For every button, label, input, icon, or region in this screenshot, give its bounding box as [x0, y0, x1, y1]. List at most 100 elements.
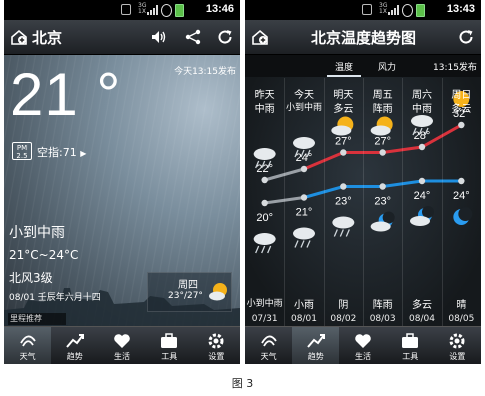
speaker-icon[interactable]: [150, 28, 168, 46]
figure-caption: 图 3: [231, 377, 254, 390]
aqi-value[interactable]: 空指:71 ▶: [37, 144, 86, 160]
share-icon[interactable]: [184, 28, 202, 46]
column-divider: [323, 78, 325, 326]
day-label: 明天: [333, 90, 354, 101]
high-temp-point: [458, 121, 465, 129]
tab-trend[interactable]: 趋势: [292, 327, 340, 364]
day-label: 昨天: [254, 90, 275, 101]
high-temp-point: [261, 176, 268, 184]
day-weather-label: 中雨: [412, 104, 432, 115]
battery-icon: [175, 4, 184, 17]
tab-life[interactable]: 生活: [98, 327, 145, 364]
low-temp-label: 20°: [256, 212, 273, 224]
high-temp-point: [340, 149, 347, 156]
moon-cloud-icon: [410, 206, 434, 226]
column-divider: [402, 78, 404, 326]
weather-tab-icon: [19, 335, 36, 347]
city-name[interactable]: 北京: [32, 27, 62, 48]
day-weather-label: 多云: [451, 104, 472, 115]
left-phone-screen: 3G 1X 13:46 北京 21 ° 今天13:15发布 PM 2.5 空指:71…: [4, 0, 240, 364]
night-weather-label: 小到中雨: [246, 299, 283, 309]
low-temp-label: 24°: [453, 190, 470, 202]
date-label: 07/31: [251, 314, 278, 324]
rain-icon: [253, 233, 276, 254]
weather-condition: 小到中雨: [9, 225, 65, 241]
night-weather-label: 多云: [412, 300, 432, 311]
low-temp-point: [379, 183, 386, 190]
high-temp-point: [300, 165, 308, 173]
high-temp-label: 22°: [256, 163, 273, 175]
rain-icon: [293, 227, 315, 248]
low-temp-point: [340, 183, 347, 190]
low-temp-label: 21°: [296, 207, 313, 219]
add-city-icon[interactable]: [10, 28, 28, 46]
high-temp-point: [379, 149, 386, 156]
recommend-toast[interactable]: 里程推荐: [8, 313, 66, 325]
wind-info: 北风3级: [9, 271, 53, 285]
day-weather-label: 多云: [333, 104, 354, 115]
night-weather-label: 小雨: [294, 300, 314, 311]
pm25-badge: PM 2.5: [12, 142, 32, 160]
day-label: 周六: [412, 90, 432, 101]
low-temp-point: [300, 194, 308, 201]
alarm-icon: [161, 4, 172, 17]
date-label: 08/02: [330, 314, 357, 324]
low-temp-point: [458, 177, 465, 185]
date-label: 08/01: [291, 314, 317, 324]
right-phone-screen: 3G 1X 13:43 北京温度趋势图 温度 风力 13:15发布 22° 20° 2…: [245, 0, 481, 364]
night-weather-label: 阵雨: [372, 300, 393, 311]
tab-tools[interactable]: 工具: [387, 327, 434, 364]
tab-settings[interactable]: 设置: [434, 327, 481, 364]
tab-life[interactable]: 生活: [339, 327, 386, 364]
column-divider: [363, 78, 364, 326]
gear-icon: [449, 333, 465, 349]
rain-icon: [332, 216, 355, 237]
night-weather-label: 晴: [456, 300, 467, 311]
tab-settings[interactable]: 设置: [193, 327, 240, 364]
tab-weather[interactable]: 天气: [4, 327, 52, 364]
next-day-label: 周四: [178, 280, 198, 291]
weather-header: 北京: [4, 20, 240, 55]
tab-weather[interactable]: 天气: [245, 327, 292, 364]
tab-trend[interactable]: 趋势: [51, 327, 98, 364]
low-temp-label: 23°: [374, 196, 391, 208]
sun-cloud-icon: [331, 116, 354, 136]
day-label: 周日: [451, 90, 472, 101]
chevron-right-icon: ▶: [80, 149, 87, 158]
heart-icon: [114, 334, 130, 348]
date-label: 08/05: [448, 314, 475, 324]
partly-cloudy-icon: [209, 283, 227, 301]
column-divider: [284, 78, 286, 326]
toolbox-icon: [402, 333, 419, 348]
date-label: 08/04: [409, 314, 435, 324]
low-temp-point: [261, 199, 268, 207]
publish-time: 今天13:15发布: [174, 67, 236, 77]
moon-icon: [453, 207, 473, 225]
high-temp-label: 27°: [335, 136, 352, 148]
high-temp-label: 28°: [414, 130, 431, 142]
heart-icon: [355, 334, 371, 348]
high-temp-point: [418, 143, 426, 151]
current-temperature: 21 °: [10, 61, 122, 128]
day-weather-label: 中雨: [254, 104, 275, 115]
high-temp-label: 24°: [296, 152, 313, 164]
trend-tab-icon: [307, 334, 325, 348]
gear-icon: [208, 333, 224, 349]
vibrate-icon: [121, 4, 131, 15]
night-weather-label: 阴: [338, 300, 349, 311]
day-weather-label: 小到中雨: [285, 103, 322, 113]
high-temp-label: 27°: [374, 136, 391, 148]
network-type-icon: 3G 1X: [138, 2, 147, 15]
low-temp-label: 23°: [335, 196, 352, 208]
weather-tab-icon: [260, 335, 277, 347]
column-divider: [441, 78, 443, 326]
tab-tools[interactable]: 工具: [146, 327, 193, 364]
trend-tab-icon: [66, 334, 84, 348]
day-label: 今天: [294, 90, 314, 101]
status-bar: 3G 1X 13:46: [4, 0, 240, 20]
next-day-range: 23°/27°: [168, 291, 203, 301]
refresh-icon[interactable]: [216, 28, 234, 46]
date-line: 08/01 壬辰年六月十四: [9, 293, 101, 303]
next-day-card[interactable]: 周四 23°/27°: [147, 272, 232, 312]
signal-icon: [147, 4, 158, 15]
